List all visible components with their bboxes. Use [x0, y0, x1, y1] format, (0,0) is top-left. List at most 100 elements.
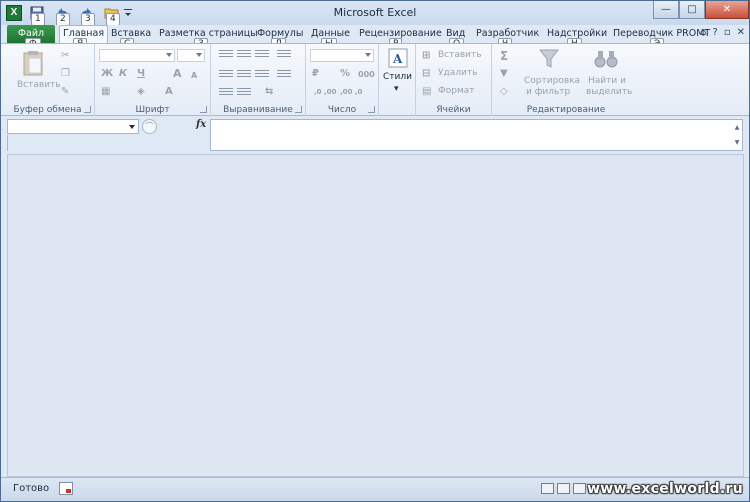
font-size-combo[interactable]: [177, 49, 205, 62]
clipboard-icon: [23, 51, 43, 76]
align-center-icon[interactable]: [237, 70, 251, 80]
maximize-button[interactable]: □: [679, 1, 705, 19]
normal-view-icon[interactable]: [541, 483, 554, 494]
find-select-label-2: выделить: [586, 87, 633, 97]
formula-bar-left-spacer: [7, 135, 210, 151]
doc-restore-icon[interactable]: ▫: [724, 27, 731, 38]
group-cells: ⊞ Вставить ⊟ Удалить ▤ Формат Ячейки: [416, 44, 492, 116]
align-right-icon[interactable]: [255, 70, 269, 80]
group-label-clipboard: Буфер обмена: [13, 105, 82, 115]
cut-icon[interactable]: ✂: [61, 50, 69, 62]
group-font: Ж К Ч A A ▦ ◈ A Шрифт: [95, 44, 211, 116]
group-label-editing: Редактирование: [526, 105, 606, 115]
orientation-icon[interactable]: [277, 50, 291, 60]
workbook-area: [7, 154, 744, 477]
decrease-decimal-button[interactable]: ,00 ,0: [340, 86, 362, 98]
find-select-button[interactable]: Найти и выделить: [584, 48, 633, 98]
sort-filter-button[interactable]: Сортировка и фильтр: [522, 48, 580, 98]
bold-button[interactable]: Ж: [101, 68, 113, 80]
shrink-font-button[interactable]: A: [191, 70, 197, 82]
group-label-font: Шрифт: [135, 105, 170, 115]
fill-color-icon[interactable]: ◈: [137, 86, 145, 98]
formula-input[interactable]: ▲ ▼: [210, 119, 743, 151]
styles-icon: A: [388, 48, 408, 68]
currency-icon[interactable]: ₽: [312, 68, 319, 80]
tab-page-layout[interactable]: Разметка страницы: [159, 25, 258, 43]
minimize-button[interactable]: —: [653, 1, 679, 19]
clear-icon[interactable]: ◇: [500, 86, 508, 98]
font-name-combo[interactable]: [99, 49, 175, 62]
insert-cells-icon: ⊞: [422, 50, 431, 61]
formula-bar-controls: ⌒ fx: [140, 119, 210, 134]
ribbon-right-controls: ⌂ ? ▫ ✕: [700, 27, 745, 38]
percent-button[interactable]: %: [340, 68, 350, 80]
italic-button[interactable]: К: [119, 68, 127, 80]
align-left-icon[interactable]: [219, 70, 233, 80]
svg-text:A: A: [392, 52, 403, 66]
number-format-combo[interactable]: [310, 49, 374, 62]
align-middle-icon[interactable]: [237, 50, 251, 60]
grow-font-button[interactable]: A: [173, 68, 182, 80]
formula-expand-icon[interactable]: ⌒: [142, 119, 157, 134]
macro-record-icon[interactable]: [59, 482, 73, 495]
increase-indent-icon[interactable]: [237, 88, 251, 98]
increase-decimal-button[interactable]: ,0 ,00: [314, 86, 336, 98]
chevron-down-icon: [166, 53, 172, 57]
chevron-down-icon: [365, 53, 371, 57]
find-select-label-1: Найти и: [588, 76, 626, 86]
status-ready: Готово: [13, 483, 50, 494]
paste-button[interactable]: Вставить: [13, 50, 61, 94]
doc-close-icon[interactable]: ✕: [737, 27, 745, 38]
status-bar: Готово 10% www.excelworld.ru: [1, 477, 749, 501]
styles-label: Стили: [383, 72, 412, 82]
group-label-cells: Ячейки: [436, 105, 471, 115]
clipboard-launcher-icon[interactable]: [84, 106, 91, 113]
group-label-alignment: Выравнивание: [223, 105, 293, 115]
align-top-icon[interactable]: [219, 50, 233, 60]
group-alignment: ⇆ Выравнивание: [211, 44, 306, 116]
cells-delete-button[interactable]: Удалить: [438, 68, 477, 78]
number-launcher-icon[interactable]: [368, 106, 375, 113]
ribbon-minimize-icon[interactable]: ⌂: [700, 27, 706, 38]
delete-cells-icon: ⊟: [422, 68, 431, 79]
window-title: Microsoft Excel: [333, 6, 417, 19]
chevron-down-icon: ▾: [394, 84, 399, 94]
page-break-view-icon[interactable]: [573, 483, 586, 494]
merge-cells-icon[interactable]: ⇆: [265, 86, 273, 98]
alignment-launcher-icon[interactable]: [295, 106, 302, 113]
scroll-down-icon[interactable]: ▼: [732, 135, 742, 150]
group-clipboard: Вставить ✂ ❐ ✎ Буфер обмена: [1, 44, 95, 116]
insert-function-button[interactable]: fx: [196, 119, 206, 130]
formula-bar-scroll[interactable]: ▲ ▼: [732, 120, 742, 150]
scroll-up-icon[interactable]: ▲: [732, 120, 742, 135]
ribbon: Вставить ✂ ❐ ✎ Буфер обмена Ж К Ч A A ▦ …: [1, 43, 749, 116]
styles-button[interactable]: A Стили ▾: [383, 48, 412, 98]
name-box[interactable]: [7, 119, 139, 134]
wrap-text-icon[interactable]: [277, 70, 291, 80]
paste-label: Вставить: [17, 80, 61, 90]
thousands-button[interactable]: 000: [358, 69, 375, 81]
sort-filter-icon: [538, 49, 560, 68]
underline-button[interactable]: Ч: [137, 68, 145, 80]
font-color-button[interactable]: A: [165, 86, 173, 98]
cells-format-button[interactable]: Формат: [438, 86, 475, 96]
binoculars-icon: [594, 51, 618, 68]
fill-icon[interactable]: ▼: [500, 68, 508, 80]
page-layout-view-icon[interactable]: [557, 483, 570, 494]
sort-filter-label-2: и фильтр: [526, 87, 571, 97]
cells-insert-button[interactable]: Вставить: [438, 50, 482, 60]
borders-icon[interactable]: ▦: [101, 86, 110, 98]
font-launcher-icon[interactable]: [200, 106, 207, 113]
help-icon[interactable]: ?: [713, 27, 718, 38]
view-buttons: [541, 483, 586, 494]
decrease-indent-icon[interactable]: [219, 88, 233, 98]
format-painter-icon[interactable]: ✎: [61, 86, 69, 98]
align-bottom-icon[interactable]: [255, 50, 269, 60]
close-button[interactable]: ✕: [705, 1, 749, 19]
watermark-text: www.excelworld.ru: [587, 481, 743, 497]
group-editing: Σ ▼ ◇ Сортировка и фильтр Найти и выдели…: [492, 44, 640, 116]
autosum-button[interactable]: Σ: [500, 50, 508, 62]
copy-icon[interactable]: ❐: [61, 68, 70, 80]
chevron-down-icon: [196, 53, 202, 57]
ribbon-tab-row: Файл Главная Вставка Разметка страницы Ф…: [1, 25, 749, 51]
